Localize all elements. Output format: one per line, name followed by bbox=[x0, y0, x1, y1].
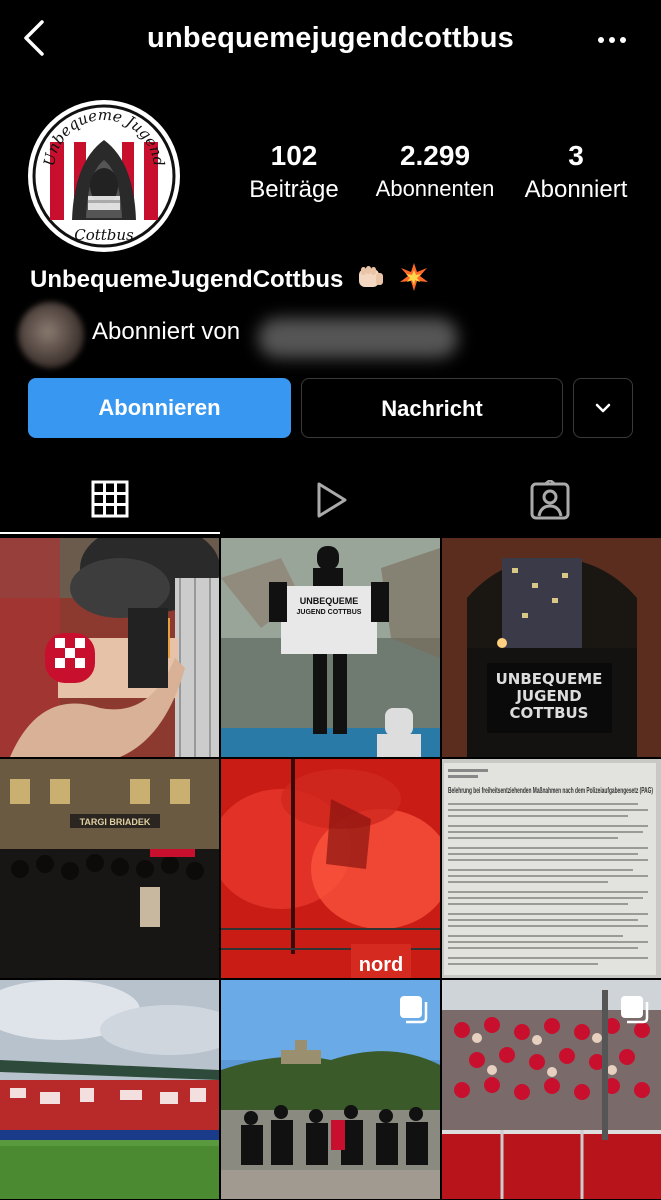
post-2-shirt-banner[interactable]: UNBEQUEME JUGEND COTTBUS bbox=[221, 538, 440, 757]
multiple-posts-icon bbox=[400, 996, 428, 1024]
following-count: 3 bbox=[568, 140, 584, 171]
banner-text-line3: COTTBUS bbox=[510, 704, 589, 722]
post-7-stadium[interactable] bbox=[0, 980, 219, 1199]
document-title: Belehrung bei freiheitsentziehenden Maßn… bbox=[448, 786, 653, 795]
banner-text-line1: UNBEQUEME bbox=[496, 670, 603, 688]
sign-text: TARGI BRIADEK bbox=[80, 817, 151, 827]
follow-button[interactable]: Abonnieren bbox=[28, 378, 291, 438]
stat-following[interactable]: 3 Abonniert bbox=[516, 140, 636, 204]
display-name-text: UnbequemeJugendCottbus bbox=[30, 265, 344, 293]
message-button[interactable]: Nachricht bbox=[301, 378, 563, 438]
grid-icon bbox=[91, 480, 129, 518]
more-horizontal-icon[interactable] bbox=[590, 22, 634, 58]
profile-tabs bbox=[0, 468, 661, 534]
avatar-text-bottom: Cottbus bbox=[74, 226, 134, 244]
profile-username: unbequemejugendcottbus bbox=[147, 22, 514, 54]
reels-play-icon bbox=[317, 482, 347, 518]
banner-text-line2: JUGEND bbox=[515, 687, 581, 705]
follower-avatar-blurred[interactable] bbox=[18, 302, 84, 368]
posts-count: 102 bbox=[270, 140, 318, 171]
shirt-text-line1: UNBEQUEME bbox=[300, 596, 359, 606]
post-8-outdoor-group[interactable] bbox=[221, 980, 440, 1199]
tab-reels[interactable] bbox=[220, 468, 440, 534]
post-3-night-banner[interactable]: UNBEQUEME JUGEND COTTBUS bbox=[442, 538, 661, 757]
post-5-red-flares[interactable]: nord bbox=[221, 759, 440, 978]
collision-emoji-icon bbox=[399, 262, 429, 299]
profile-display-name: UnbequemeJugendCottbus bbox=[30, 262, 429, 299]
post-1-pyro-smoke[interactable] bbox=[0, 538, 219, 757]
follower-name-blurred bbox=[258, 318, 458, 358]
tab-grid[interactable] bbox=[0, 468, 220, 534]
chevron-down-icon bbox=[595, 403, 611, 413]
post-9-fan-block[interactable] bbox=[442, 980, 661, 1199]
post-4-group-photo[interactable]: TARGI BRIADEK bbox=[0, 759, 219, 978]
following-label: Abonniert bbox=[524, 176, 628, 203]
followers-label: Abonnenten bbox=[375, 176, 495, 201]
tagged-person-icon bbox=[530, 480, 570, 520]
stat-followers[interactable]: 2.299 Abonnenten bbox=[370, 140, 500, 202]
stat-posts[interactable]: 102 Beiträge bbox=[230, 140, 358, 204]
posts-label: Beiträge bbox=[249, 176, 339, 203]
profile-stats: 102 Beiträge 2.299 Abonnenten 3 Abonnier… bbox=[230, 140, 650, 220]
shirt-text-line2: JUGEND COTTBUS bbox=[297, 609, 362, 616]
banner-nord-text: nord bbox=[359, 954, 403, 976]
top-bar: unbequemejugendcottbus bbox=[0, 0, 661, 80]
suggestions-dropdown-button[interactable] bbox=[573, 378, 633, 438]
posts-grid: UNBEQUEME JUGEND COTTBUS UNBEQUEME JUGEN… bbox=[0, 538, 661, 1200]
followed-by-label[interactable]: Abonniert von bbox=[92, 318, 240, 346]
profile-avatar[interactable]: Unbequeme Jugend Cottbus bbox=[28, 100, 180, 252]
followers-count: 2.299 bbox=[399, 140, 471, 171]
post-6-document[interactable]: Belehrung bei freiheitsentziehenden Maßn… bbox=[442, 759, 661, 978]
multiple-posts-icon bbox=[621, 996, 649, 1024]
tab-tagged[interactable] bbox=[440, 468, 660, 534]
fist-emoji-icon bbox=[356, 263, 386, 298]
